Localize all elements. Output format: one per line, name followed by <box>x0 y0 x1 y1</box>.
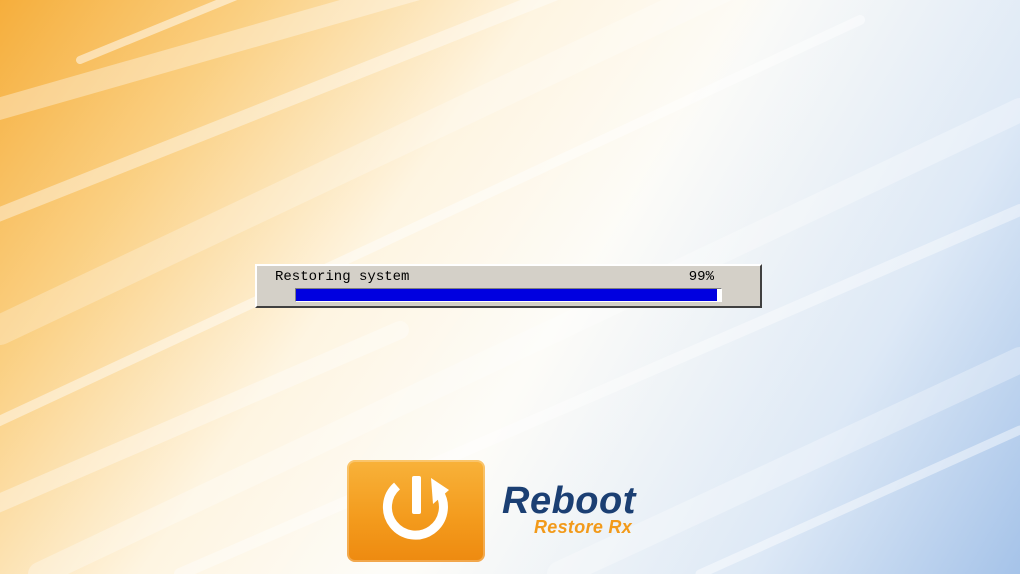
restore-progress-dialog: Restoring system 99% <box>255 264 762 308</box>
progress-bar <box>295 288 722 302</box>
progress-bar-fill <box>296 289 717 301</box>
brand-name: Reboot <box>502 480 636 522</box>
restore-status-label: Restoring system <box>275 269 410 285</box>
power-restore-icon <box>347 460 485 562</box>
progress-percent-text: 99% <box>688 269 714 285</box>
brand-product: Restore Rx <box>534 517 633 537</box>
